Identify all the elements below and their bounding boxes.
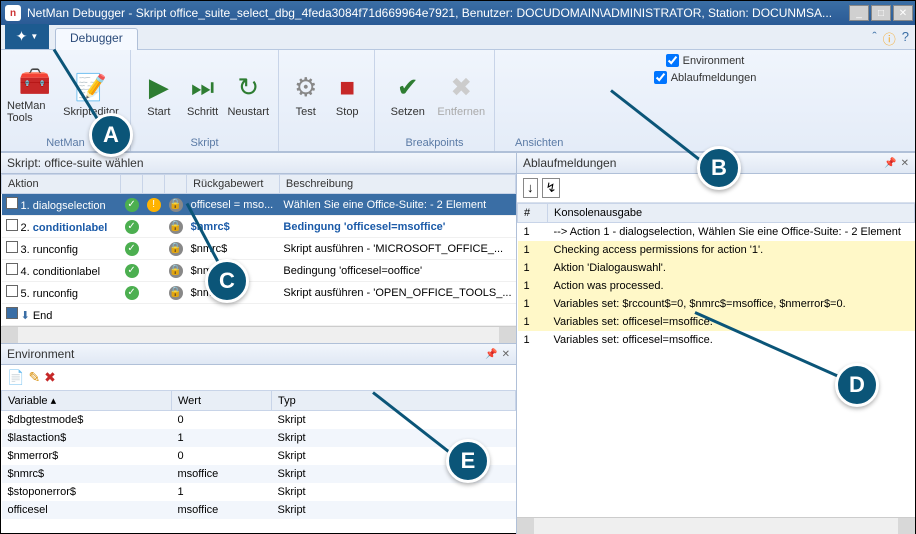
log-panel-title: Ablaufmeldungen [523,156,616,170]
collapse-ribbon-icon[interactable]: ˆ [872,29,876,48]
schritt-button[interactable]: ⏭Schritt [181,70,225,118]
callout-a: A [89,113,133,157]
table-row[interactable]: 1. dialogselection✓!🔒officesel = mso...W… [2,194,516,216]
table-row[interactable]: 1--> Action 1 - dialogselection, Wählen … [518,223,915,242]
ribbon-group-ansichten: Ansichten [495,137,915,151]
table-row[interactable]: 1Aktion 'Dialogauswahl'. [518,259,915,277]
panel-close-icon[interactable]: ✕ [502,349,510,360]
pin-icon[interactable]: 📌 [485,349,497,360]
log-clear-icon[interactable]: ↓ [523,178,538,198]
close-button[interactable]: ✕ [893,5,913,21]
app-icon: n [5,5,21,21]
tools-icon: 🧰 [17,64,53,100]
table-row[interactable]: 3. runconfig✓🔒$nmrc$Skript ausführen - '… [2,238,516,260]
new-var-icon[interactable]: 📄 [7,369,24,386]
ribbon-tab-bar: ✦▼ Debugger ˆ ⓘ ? [1,25,915,50]
skript-panel-title: Skript: office-suite wählen [7,156,144,170]
breakpoint-remove-icon: ✖ [443,70,479,106]
table-row[interactable]: 2. conditionlabel✓🔒$nmrc$Bedingung 'offi… [2,216,516,238]
help-icon[interactable]: ? [902,29,909,48]
callout-c: C [205,259,249,303]
play-icon: ▶ [141,70,177,106]
log-export-icon[interactable]: ↯ [542,178,561,198]
callout-e: E [446,439,490,483]
panel-close-icon[interactable]: ✕ [901,158,909,169]
table-row[interactable]: $nmrc$msofficeSkript [2,465,516,483]
start-button[interactable]: ▶Start [137,70,181,118]
stop-icon: ■ [329,70,365,106]
breakpoint-set-icon: ✔ [390,70,426,106]
step-icon: ⏭ [185,70,221,106]
log-table: # Konsolenausgabe 1--> Action 1 - dialog… [517,203,915,349]
table-row[interactable]: ⬇ End [2,304,516,326]
test-icon: ⚙ [288,70,324,106]
callout-d: D [835,363,879,407]
skript-actions-table: Aktion Rückgabewert Beschreibung 1. dial… [1,174,516,326]
delete-var-icon[interactable]: ✖ [44,369,56,386]
table-row[interactable]: 1Variables set: $rccount$=0, $nmrc$=msof… [518,295,915,313]
netman-tools-button[interactable]: 🧰NetMan Tools [7,64,63,124]
table-row[interactable]: officeselmsofficeSkript [2,501,516,519]
ribbon: 🧰NetMan Tools 📝Skripteditor NetMan ▶Star… [1,50,915,152]
skript-h-scrollbar[interactable] [1,326,516,343]
tab-debugger[interactable]: Debugger [55,28,138,50]
skript-panel-header: Skript: office-suite wählen [1,152,516,174]
test-button[interactable]: ⚙Test [285,70,327,118]
restart-icon: ↻ [230,70,266,106]
environment-panel-title: Environment [7,347,74,361]
table-row[interactable]: 5. runconfig✓🔒$nmrc$Skript ausführen - '… [2,282,516,304]
title-bar: n NetMan Debugger - Skript office_suite_… [1,1,915,25]
title-text: NetMan Debugger - Skript office_suite_se… [27,6,849,20]
environment-checkbox[interactable]: Environment [666,54,745,67]
table-row[interactable]: 1Variables set: officesel=msoffice. [518,331,915,349]
setzen-button[interactable]: ✔Setzen [381,70,435,118]
table-row[interactable]: $nmerror$0Skript [2,447,516,465]
table-row[interactable]: $dbgtestmode$0Skript [2,411,516,430]
neustart-button[interactable]: ↻Neustart [224,70,272,118]
ribbon-group-breakpoints: Breakpoints [375,137,494,151]
table-row[interactable]: 4. conditionlabel✓🔒$nmrc$Bedingung 'offi… [2,260,516,282]
table-row[interactable]: $stoponerror$1Skript [2,483,516,501]
maximize-button[interactable]: □ [871,5,891,21]
callout-b: B [697,146,741,190]
table-row[interactable]: 1Action was processed. [518,277,915,295]
minimize-button[interactable]: _ [849,5,869,21]
pin-icon[interactable]: 📌 [884,158,896,169]
variables-table: Variable ▴ Wert Typ $dbgtestmode$0Skript… [1,390,516,519]
table-row[interactable]: 1Checking access permissions for action … [518,241,915,259]
ablaufmeldungen-checkbox[interactable]: Ablaufmeldungen [654,71,757,84]
app-menu-orb[interactable]: ✦▼ [5,24,49,49]
info-icon[interactable]: ⓘ [883,29,896,48]
edit-var-icon[interactable]: ✎ [28,369,40,386]
stop-button[interactable]: ■Stop [327,70,369,118]
log-h-scrollbar[interactable] [517,517,915,534]
entfernen-button[interactable]: ✖Entfernen [435,70,489,118]
environment-panel-header: Environment 📌 ✕ [1,343,516,365]
ribbon-group-skript: Skript [131,137,278,151]
